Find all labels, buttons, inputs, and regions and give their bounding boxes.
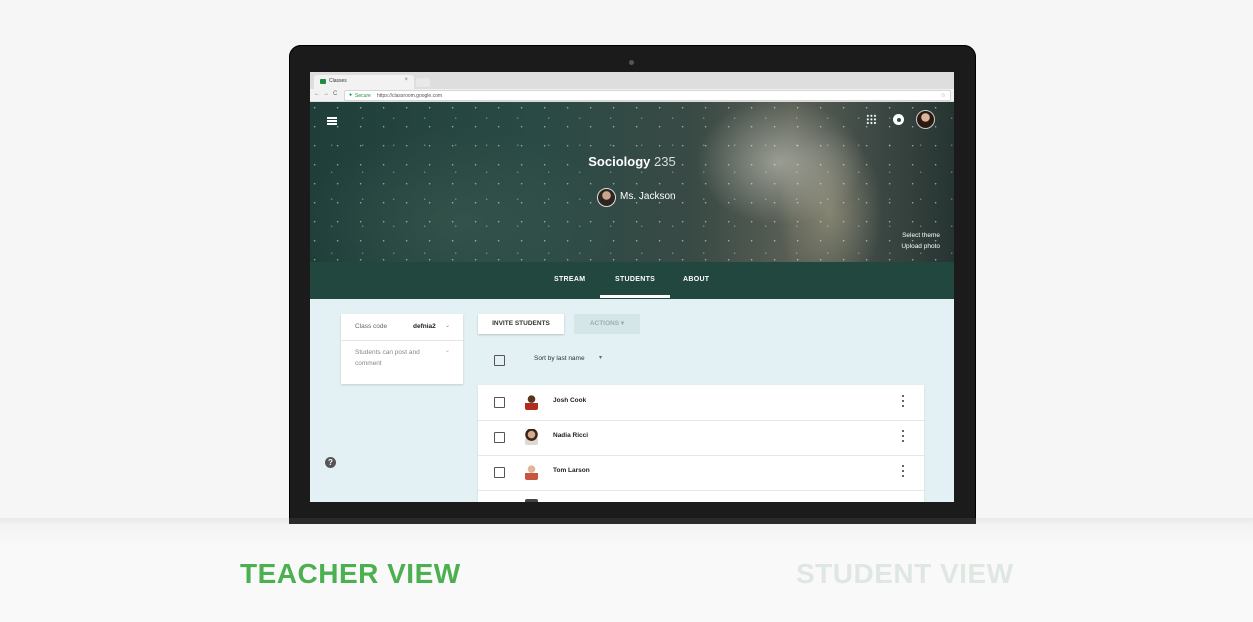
more-options-icon[interactable] [901, 394, 905, 408]
student-avatar [525, 394, 538, 410]
table-row [478, 490, 924, 502]
more-options-icon[interactable] [901, 464, 905, 478]
invite-students-button[interactable]: INVITE STUDENTS [478, 314, 564, 334]
hamburger-menu-icon[interactable] [327, 117, 337, 125]
post-permission-text: Students can post and comment [355, 349, 420, 367]
select-all-checkbox[interactable] [494, 355, 505, 366]
tab-about[interactable]: ABOUT [683, 276, 709, 283]
floor-reflection [0, 518, 1253, 622]
permission-caret-icon[interactable]: ⌄ [445, 347, 450, 354]
class-settings-card: Class code defnia2 ⌄ Students can post a… [341, 314, 463, 384]
laptop-base [289, 518, 976, 524]
secure-label: Secure [355, 93, 371, 99]
upload-photo-link[interactable]: Upload photo [901, 241, 940, 252]
teacher-avatar [597, 188, 616, 207]
account-avatar[interactable] [916, 110, 935, 129]
browser-toolbar: ← → C ● Secure https://classroom.google.… [310, 89, 954, 102]
browser-tab-title: Classes [329, 78, 347, 84]
actions-dropdown[interactable]: ACTIONS ▾ [574, 314, 640, 334]
student-avatar [525, 429, 538, 445]
new-tab-button[interactable] [416, 78, 430, 87]
class-code-label: Class code [355, 323, 388, 330]
tab-students[interactable]: STUDENTS [615, 276, 655, 283]
class-banner: Sociology 235 Ms. Jackson Select theme U… [310, 102, 954, 262]
student-name: Josh Cook [553, 397, 587, 404]
student-name: Nadia Ricci [553, 432, 589, 439]
table-row: Nadia Ricci [478, 420, 924, 456]
classroom-favicon-icon [320, 79, 326, 84]
student-avatar [525, 499, 538, 502]
student-name: Tom Larson [553, 467, 590, 474]
address-bar[interactable]: ● Secure https://classroom.google.com ☆ [344, 90, 951, 101]
close-tab-icon[interactable]: × [404, 77, 408, 83]
laptop: Classes × ← → C ● Secure https://classro… [289, 45, 976, 524]
table-row: Tom Larson [478, 455, 924, 491]
class-title: Sociology 235 [310, 154, 954, 169]
apps-grid-icon[interactable] [866, 114, 877, 125]
teacher-view-label[interactable]: TEACHER VIEW [240, 558, 461, 590]
student-view-label[interactable]: STUDENT VIEW [796, 558, 1014, 590]
class-name: Sociology [588, 154, 651, 169]
class-code-row[interactable]: Class code defnia2 ⌄ [341, 314, 463, 341]
help-icon[interactable]: ? [325, 457, 336, 468]
student-checkbox[interactable] [494, 397, 505, 408]
notifications-icon[interactable] [893, 114, 904, 125]
sort-by-dropdown[interactable]: Sort by last name [534, 355, 585, 362]
student-checkbox[interactable] [494, 432, 505, 443]
select-theme-link[interactable]: Select theme [901, 230, 940, 241]
class-tabs-bar: STREAM STUDENTS ABOUT [310, 262, 954, 299]
students-page: Class code defnia2 ⌄ Students can post a… [310, 299, 954, 502]
active-tab-indicator [600, 295, 670, 298]
reload-icon[interactable]: C [333, 91, 337, 97]
browser-tab-bar: Classes × [310, 72, 954, 89]
more-options-icon[interactable] [901, 429, 905, 443]
webcam [629, 60, 634, 65]
theme-links: Select theme Upload photo [901, 230, 940, 252]
student-avatar [525, 464, 538, 480]
lock-icon: ● [349, 92, 353, 98]
student-checkbox[interactable] [494, 467, 505, 478]
bookmark-star-icon[interactable]: ☆ [941, 92, 946, 99]
class-section: 235 [654, 154, 676, 169]
class-code-value: defnia2 [413, 323, 436, 330]
teacher-name: Ms. Jackson [620, 191, 676, 202]
sort-caret-icon[interactable]: ▾ [599, 354, 602, 361]
back-icon[interactable]: ← [314, 91, 320, 97]
tab-stream[interactable]: STREAM [554, 276, 585, 283]
class-code-caret-icon[interactable]: ⌄ [445, 322, 450, 329]
browser-tab[interactable]: Classes × [314, 75, 414, 89]
student-list: Josh Cook Nadia Ricci Tom Larson [478, 385, 924, 502]
forward-icon[interactable]: → [323, 91, 329, 97]
banner-stars [310, 102, 954, 262]
laptop-screen: Classes × ← → C ● Secure https://classro… [310, 72, 954, 502]
url-text: https://classroom.google.com [377, 93, 443, 99]
table-row: Josh Cook [478, 385, 924, 421]
